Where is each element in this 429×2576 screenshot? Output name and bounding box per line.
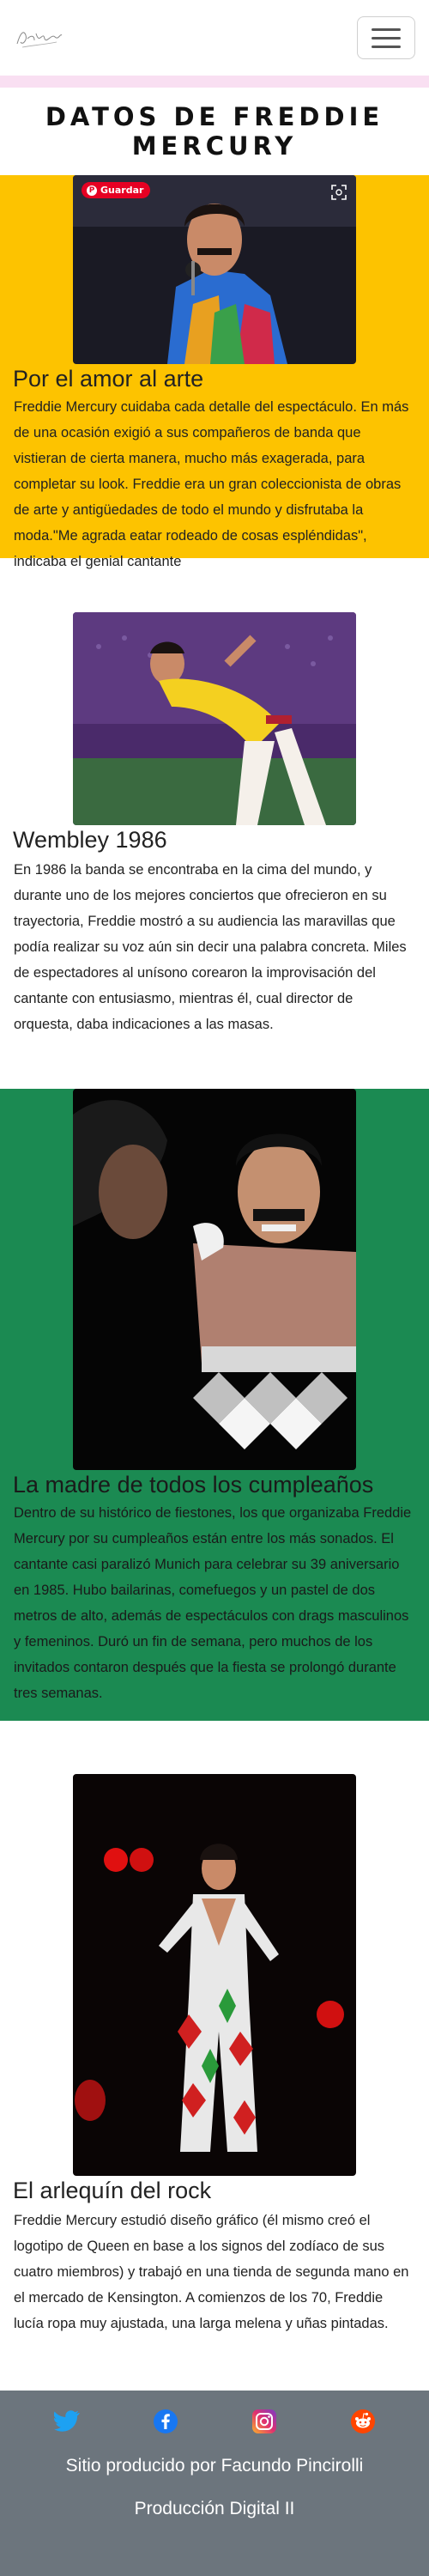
freddie-singing-photo xyxy=(73,175,356,364)
section-photo xyxy=(73,612,356,825)
section-text: Dentro de su histórico de fiestones, los… xyxy=(14,1505,412,1701)
menu-toggle-button[interactable] xyxy=(357,16,415,59)
facebook-icon[interactable] xyxy=(153,2409,178,2434)
section-photo xyxy=(73,1089,356,1470)
section-wembley: Wembley 1986 En 1986 la banda se encontr… xyxy=(0,558,429,1089)
reddit-icon[interactable] xyxy=(350,2409,376,2434)
freddie-birthday-photo xyxy=(73,1089,356,1470)
page-title: DATOS DE FREDDIE MERCURY xyxy=(45,102,384,161)
social-links xyxy=(0,2406,429,2437)
section-heading: Wembley 1986 xyxy=(13,827,167,853)
section-amor-arte: P Guardar Por el amor al arte Freddie Me… xyxy=(0,175,429,569)
lens-search-icon[interactable] xyxy=(330,184,347,201)
footer: Sitio producido por Facundo Pincirolli P… xyxy=(0,2391,429,2576)
footer-course: Producción Digital II xyxy=(134,2499,295,2518)
section-text: Freddie Mercury cuidaba cada detalle del… xyxy=(14,399,409,569)
freddie-wembley-photo xyxy=(73,612,356,825)
section-heading: Por el amor al arte xyxy=(13,366,204,392)
page-title-block: DATOS DE FREDDIE MERCURY xyxy=(0,88,429,175)
hamburger-icon xyxy=(372,27,401,31)
freddie-signature-logo[interactable] xyxy=(14,23,65,52)
section-photo: P Guardar xyxy=(73,175,356,364)
navbar xyxy=(0,0,429,76)
freddie-harlequin-photo xyxy=(73,1774,356,2176)
twitter-icon[interactable] xyxy=(53,2409,80,2434)
section-heading: La madre de todos los cumpleaños xyxy=(13,1472,374,1498)
divider-bar xyxy=(0,76,429,88)
section-photo xyxy=(73,1774,356,2176)
footer-credit: Sitio producido por Facundo Pincirolli xyxy=(65,2456,364,2476)
section-text: Freddie Mercury estudió diseño gráfico (… xyxy=(14,2213,409,2331)
section-text: En 1986 la banda se encontraba en la cim… xyxy=(14,862,407,1032)
pinterest-icon: P xyxy=(87,185,97,196)
section-cumpleanos: La madre de todos los cumpleaños Dentro … xyxy=(0,1089,429,1721)
section-arlequin: El arlequín del rock Freddie Mercury est… xyxy=(0,1721,429,2391)
section-heading: El arlequín del rock xyxy=(13,2178,212,2203)
instagram-icon[interactable] xyxy=(251,2409,277,2434)
pinterest-save-button[interactable]: P Guardar xyxy=(82,182,151,198)
